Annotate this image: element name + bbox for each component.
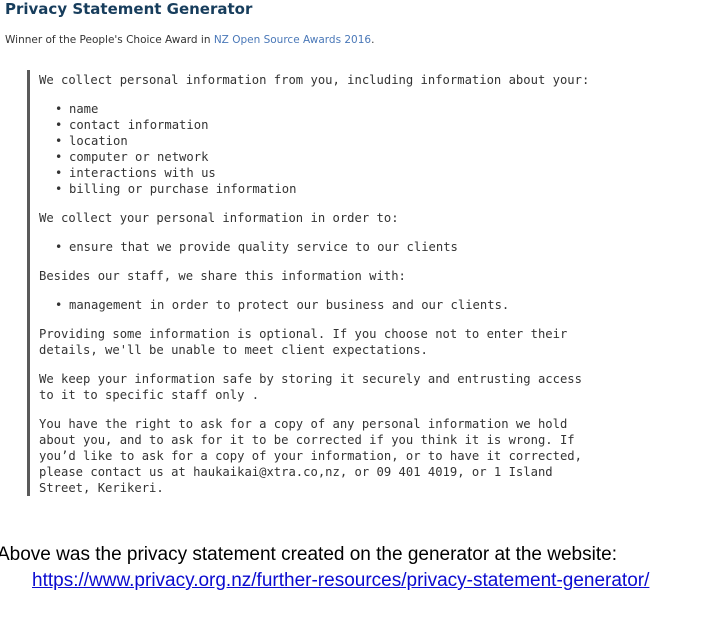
- list-item: • computer or network: [39, 149, 667, 165]
- list-item: • interactions with us: [39, 165, 667, 181]
- purpose-intro: We collect your personal information in …: [39, 211, 399, 225]
- award-suffix: .: [371, 34, 375, 46]
- caption-text: Above was the privacy statement created …: [0, 544, 617, 565]
- list-item-text: computer or network: [69, 150, 209, 164]
- list-item: • contact information: [39, 117, 667, 133]
- paragraph-line: to it to specific staff only .: [39, 388, 260, 402]
- rights-paragraph: You have the right to ask for a copy of …: [39, 416, 667, 496]
- purpose-list: • ensure that we provide quality service …: [39, 239, 667, 255]
- award-link[interactable]: NZ Open Source Awards 2016: [214, 34, 371, 46]
- list-item-text: ensure that we provide quality service t…: [69, 240, 458, 254]
- bullet-icon: •: [55, 182, 63, 196]
- list-item: • location: [39, 133, 667, 149]
- list-item-text: billing or purchase information: [69, 182, 297, 196]
- paragraph-line: details, we'll be unable to meet client …: [39, 343, 428, 357]
- paragraph-line: you’d like to ask for a copy of your inf…: [39, 449, 582, 463]
- award-line: Winner of the People's Choice Award in N…: [5, 33, 374, 47]
- statement-intro: We collect personal information from you…: [39, 73, 590, 87]
- paragraph-line: about you, and to ask for it to be corre…: [39, 433, 575, 447]
- list-item-text: interactions with us: [69, 166, 216, 180]
- bullet-icon: •: [55, 166, 63, 180]
- privacy-statement: We collect personal information from you…: [27, 70, 667, 496]
- list-item: • name: [39, 101, 667, 117]
- list-item-text: management in order to protect our busin…: [69, 298, 510, 312]
- sharing-list: • management in order to protect our busi…: [39, 297, 667, 313]
- bullet-icon: •: [55, 102, 63, 116]
- list-item-text: location: [69, 134, 128, 148]
- paragraph-line: Street, Kerikeri.: [39, 481, 164, 495]
- award-prefix: Winner of the People's Choice Award in: [5, 34, 214, 46]
- list-item: • ensure that we provide quality service …: [39, 239, 667, 255]
- optional-paragraph: Providing some information is optional. …: [39, 326, 667, 358]
- generator-url-link[interactable]: https://www.privacy.org.nz/further-resou…: [32, 569, 649, 593]
- paragraph-line: please contact us at haukaikai@xtra.co,n…: [39, 465, 553, 479]
- bullet-icon: •: [55, 134, 63, 148]
- bullet-icon: •: [55, 118, 63, 132]
- sharing-intro: Besides our staff, we share this informa…: [39, 269, 406, 283]
- collected-info-list: • name • contact information • location • co…: [39, 101, 667, 197]
- paragraph-line: You have the right to ask for a copy of …: [39, 417, 568, 431]
- list-item: • billing or purchase information: [39, 181, 667, 197]
- bullet-icon: •: [55, 240, 63, 254]
- paragraph-line: Providing some information is optional. …: [39, 327, 568, 341]
- security-paragraph: We keep your information safe by storing…: [39, 371, 667, 403]
- bullet-icon: •: [55, 150, 63, 164]
- bullet-icon: •: [55, 298, 63, 312]
- page-title: Privacy Statement Generator: [5, 0, 253, 18]
- list-item-text: contact information: [69, 118, 209, 132]
- list-item-text: name: [69, 102, 99, 116]
- list-item: • management in order to protect our busi…: [39, 297, 667, 313]
- paragraph-line: We keep your information safe by storing…: [39, 372, 582, 386]
